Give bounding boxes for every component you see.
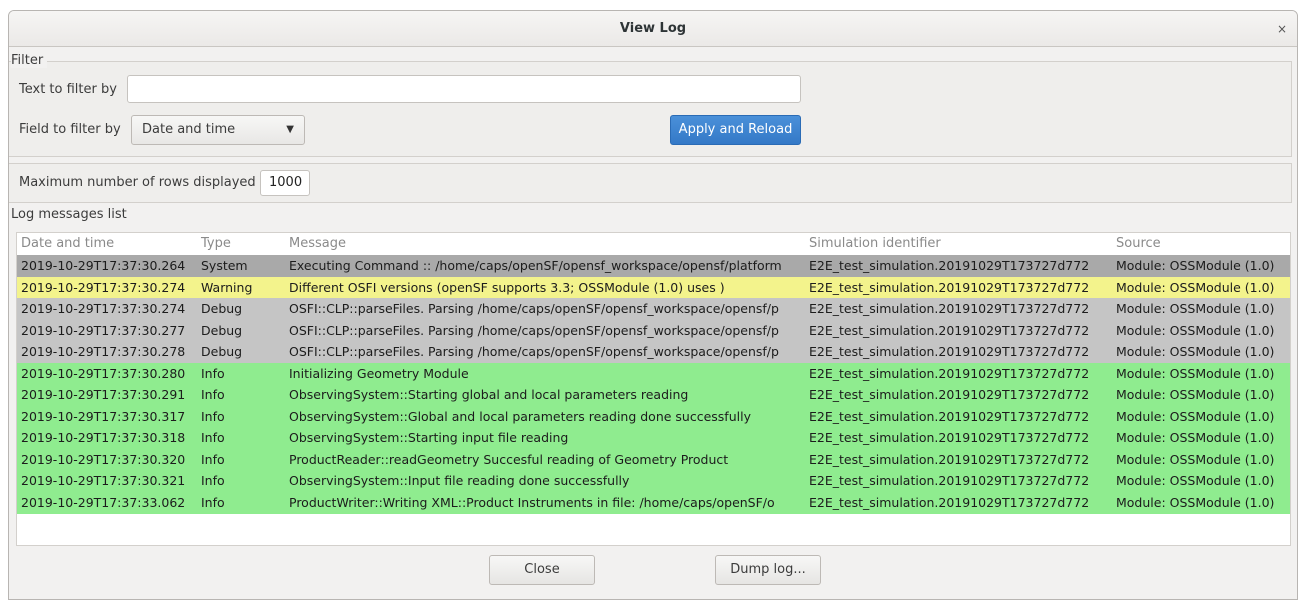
cell-date: 2019-10-29T17:37:30.277	[21, 322, 186, 338]
cell-source: Module: OSSModule (1.0)	[1116, 301, 1275, 316]
table-header: Date and time Type Message Simulation id…	[17, 233, 1290, 255]
cell-type: Info	[201, 387, 225, 402]
table-row[interactable]: 2019-10-29T17:37:30.291 Info ObservingSyst…	[17, 384, 1290, 406]
table-row[interactable]: 2019-10-29T17:37:30.264 System Executing C…	[17, 255, 1290, 277]
column-header-date[interactable]: Date and time	[21, 233, 114, 255]
cell-message: ObservingSystem::Starting input file rea…	[289, 430, 569, 445]
cell-simulation: E2E_test_simulation.20191029T173727d772	[809, 408, 1090, 424]
cell-source: Module: OSSModule (1.0)	[1116, 387, 1275, 402]
chevron-down-icon: ▼	[286, 124, 294, 135]
titlebar[interactable]: View Log ×	[9, 11, 1297, 47]
table-row[interactable]: 2019-10-29T17:37:30.274 Debug OSFI::CLP::p…	[17, 298, 1290, 320]
column-header-source[interactable]: Source	[1116, 233, 1161, 255]
cell-message: ObservingSystem::Global and local parame…	[289, 408, 751, 424]
cell-message: ProductWriter::Writing XML::Product Inst…	[289, 494, 775, 510]
cell-simulation: E2E_test_simulation.20191029T173727d772	[809, 430, 1090, 445]
table-row[interactable]: 2019-10-29T17:37:30.274 Warning Different …	[17, 276, 1290, 299]
table-row[interactable]: 2019-10-29T17:37:30.321 Info ObservingSyst…	[17, 470, 1290, 492]
table-row[interactable]: 2019-10-29T17:37:30.278 Debug OSFI::CLP::p…	[17, 341, 1290, 363]
cell-type: Debug	[201, 344, 243, 359]
cell-source: Module: OSSModule (1.0)	[1116, 344, 1275, 359]
cell-date: 2019-10-29T17:37:30.280	[21, 365, 186, 381]
cell-date: 2019-10-29T17:37:30.278	[21, 344, 186, 359]
apply-reload-button[interactable]: Apply and Reload	[670, 115, 801, 145]
cell-source: Module: OSSModule (1.0)	[1116, 365, 1275, 381]
rows-limit-input[interactable]: 1000	[260, 170, 310, 196]
table-row[interactable]: 2019-10-29T17:37:30.317 Info ObservingSyst…	[17, 405, 1290, 428]
cell-date: 2019-10-29T17:37:30.264	[21, 258, 186, 273]
cell-type: Info	[201, 473, 225, 488]
cell-simulation: E2E_test_simulation.20191029T173727d772	[809, 322, 1090, 338]
cell-type: System	[201, 258, 248, 273]
cell-type: Info	[201, 430, 225, 445]
field-filter-value: Date and time	[142, 122, 236, 137]
cell-simulation: E2E_test_simulation.20191029T173727d772	[809, 387, 1090, 402]
cell-simulation: E2E_test_simulation.20191029T173727d772	[809, 365, 1090, 381]
cell-source: Module: OSSModule (1.0)	[1116, 451, 1275, 467]
cell-type: Debug	[201, 301, 243, 316]
filter-legend: Filter	[11, 53, 48, 68]
column-header-simulation[interactable]: Simulation identifier	[809, 233, 941, 255]
dump-log-button[interactable]: Dump log...	[715, 555, 821, 585]
rows-limit-label: Maximum number of rows displayed	[19, 175, 256, 190]
cell-date: 2019-10-29T17:37:30.274	[21, 279, 186, 295]
table-row[interactable]: 2019-10-29T17:37:30.277 Debug OSFI::CLP::p…	[17, 319, 1290, 342]
window-title: View Log	[619, 21, 687, 36]
cell-message: OSFI::CLP::parseFiles. Parsing /home/cap…	[289, 344, 779, 359]
cell-type: Info	[201, 494, 225, 510]
cell-source: Module: OSSModule (1.0)	[1116, 258, 1275, 273]
cell-simulation: E2E_test_simulation.20191029T173727d772	[809, 258, 1090, 273]
cell-simulation: E2E_test_simulation.20191029T173727d772	[809, 301, 1090, 316]
cell-simulation: E2E_test_simulation.20191029T173727d772	[809, 494, 1090, 510]
cell-message: OSFI::CLP::parseFiles. Parsing /home/cap…	[289, 301, 779, 316]
table-row[interactable]: 2019-10-29T17:37:30.320 Info ProductReader…	[17, 448, 1290, 471]
cell-source: Module: OSSModule (1.0)	[1116, 430, 1275, 445]
text-filter-input[interactable]	[127, 75, 801, 103]
column-header-type[interactable]: Type	[201, 233, 231, 255]
cell-date: 2019-10-29T17:37:30.317	[21, 408, 186, 424]
field-filter-dropdown[interactable]: Date and time ▼	[131, 115, 305, 145]
cell-type: Warning	[201, 279, 253, 295]
cell-message: ObservingSystem::Input file reading done…	[289, 473, 630, 488]
cell-message: Initializing Geometry Module	[289, 365, 469, 381]
cell-message: ObservingSystem::Starting global and loc…	[289, 387, 689, 402]
cell-source: Module: OSSModule (1.0)	[1116, 279, 1275, 295]
cell-type: Info	[201, 451, 225, 467]
cell-date: 2019-10-29T17:37:30.291	[21, 387, 186, 402]
cell-message: ProductReader::readGeometry Succesful re…	[289, 451, 729, 467]
view-log-dialog: View Log × Filter Text to filter by Fiel…	[8, 10, 1298, 600]
close-button[interactable]: Close	[489, 555, 595, 585]
cell-simulation: E2E_test_simulation.20191029T173727d772	[809, 344, 1090, 359]
table-row[interactable]: 2019-10-29T17:37:30.280 Info Initializing …	[17, 362, 1290, 385]
cell-source: Module: OSSModule (1.0)	[1116, 494, 1275, 510]
cell-type: Info	[201, 408, 225, 424]
cell-type: Debug	[201, 322, 243, 338]
cell-simulation: E2E_test_simulation.20191029T173727d772	[809, 451, 1090, 467]
cell-date: 2019-10-29T17:37:30.321	[21, 473, 186, 488]
text-filter-label: Text to filter by	[19, 82, 117, 97]
cell-date: 2019-10-29T17:37:33.062	[21, 494, 186, 510]
cell-message: OSFI::CLP::parseFiles. Parsing /home/cap…	[289, 322, 779, 338]
cell-source: Module: OSSModule (1.0)	[1116, 473, 1275, 488]
field-filter-label: Field to filter by	[19, 122, 121, 137]
table-row[interactable]: 2019-10-29T17:37:33.062 Info ProductWriter…	[17, 491, 1290, 514]
column-header-message[interactable]: Message	[289, 233, 346, 255]
cell-source: Module: OSSModule (1.0)	[1116, 408, 1275, 424]
cell-date: 2019-10-29T17:37:30.274	[21, 301, 186, 316]
cell-type: Info	[201, 365, 225, 381]
cell-date: 2019-10-29T17:37:30.318	[21, 430, 186, 445]
cell-simulation: E2E_test_simulation.20191029T173727d772	[809, 279, 1090, 295]
table-row[interactable]: 2019-10-29T17:37:30.318 Info ObservingSyst…	[17, 427, 1290, 449]
cell-simulation: E2E_test_simulation.20191029T173727d772	[809, 473, 1090, 488]
cell-date: 2019-10-29T17:37:30.320	[21, 451, 186, 467]
close-icon[interactable]: ×	[1277, 11, 1287, 47]
log-legend: Log messages list	[11, 207, 131, 222]
cell-message: Executing Command :: /home/caps/openSF/o…	[289, 258, 782, 273]
cell-source: Module: OSSModule (1.0)	[1116, 322, 1275, 338]
cell-message: Different OSFI versions (openSF supports…	[289, 279, 725, 295]
log-table[interactable]: Date and time Type Message Simulation id…	[16, 232, 1291, 546]
